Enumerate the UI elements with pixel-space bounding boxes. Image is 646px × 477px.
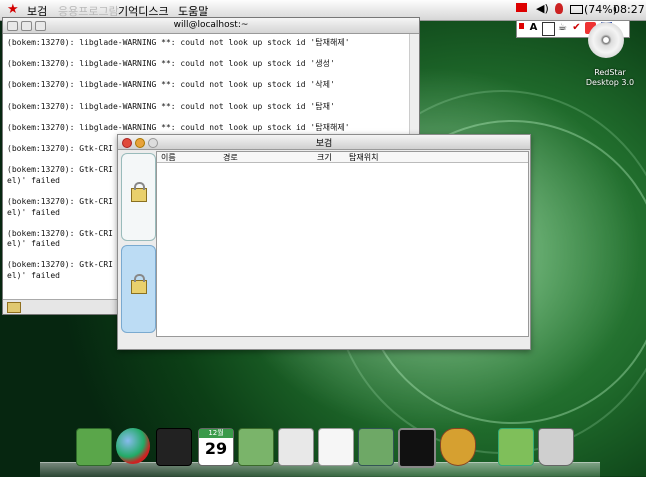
battery-icon	[570, 5, 583, 14]
folder-icon[interactable]	[7, 302, 21, 313]
contacts-icon[interactable]	[238, 428, 274, 466]
terminal-icon[interactable]	[398, 428, 436, 468]
sidebar-unlock-button[interactable]	[121, 245, 156, 333]
red-dot-icon[interactable]	[519, 23, 524, 29]
dialog-sidebar	[121, 153, 156, 333]
clock[interactable]: 08:27	[613, 3, 645, 16]
calendar-day: 29	[204, 439, 228, 458]
shield-icon[interactable]	[440, 428, 476, 466]
fire-icon[interactable]	[555, 3, 563, 14]
sidebar-lock-button[interactable]	[121, 153, 156, 241]
col-name[interactable]: 이름	[161, 152, 176, 163]
book-icon[interactable]	[542, 22, 555, 36]
terminal-titlebar[interactable]: will@localhost:~	[3, 18, 419, 34]
image-viewer-icon[interactable]	[278, 428, 314, 466]
files-icon[interactable]	[76, 428, 112, 466]
unlock-icon	[131, 274, 147, 294]
flag-icon[interactable]	[516, 3, 527, 12]
browser-globe-icon[interactable]	[116, 428, 150, 464]
dialog-titlebar[interactable]: 보검	[118, 135, 530, 150]
volume-list[interactable]: 이름 경로 크기 탑재위치	[156, 151, 529, 337]
col-path[interactable]: 경로	[223, 152, 238, 163]
disc-icon[interactable]	[588, 22, 624, 58]
star-icon[interactable]: ★	[7, 2, 19, 17]
settings-tools-icon[interactable]	[358, 428, 394, 466]
col-size[interactable]: 크기	[317, 152, 332, 163]
col-mount[interactable]: 탑재위치	[349, 152, 378, 163]
list-header: 이름 경로 크기 탑재위치	[157, 152, 528, 163]
check-icon[interactable]: ✔	[571, 22, 582, 34]
calendar-month: 12월	[199, 429, 233, 438]
calendar-icon[interactable]: 12월 29	[198, 428, 234, 466]
calculator-icon[interactable]	[318, 428, 354, 466]
bokem-dialog: 보검 이름 경로 크기 탑재위치	[117, 134, 531, 350]
trash-icon[interactable]	[538, 428, 574, 466]
video-clapper-icon[interactable]	[156, 428, 192, 466]
dock: 12월 29	[64, 422, 584, 476]
folder-icon[interactable]	[498, 428, 534, 466]
volume-icon[interactable]: ◀)	[536, 2, 549, 15]
font-icon[interactable]: A	[528, 22, 539, 34]
desktop-icon-label[interactable]: RedStar Desktop 3.0	[580, 68, 640, 88]
dialog-title: 보검	[315, 139, 333, 149]
lock-icon	[131, 182, 147, 202]
terminal-title: will@localhost:~	[173, 20, 249, 30]
tool-icon[interactable]: ☕	[557, 22, 568, 34]
